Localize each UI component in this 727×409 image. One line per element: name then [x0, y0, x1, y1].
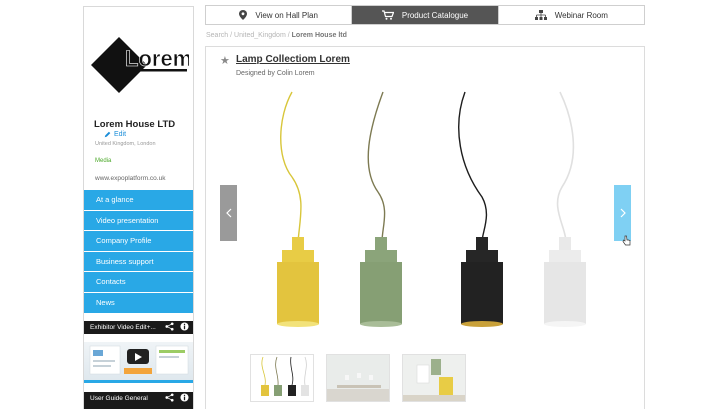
nav-business-support[interactable]: Business support: [84, 251, 193, 273]
user-guide-card[interactable]: User Guide General: [84, 392, 193, 409]
chevron-right-icon: [620, 208, 626, 218]
logo-wordmark: Lorem: [125, 46, 189, 71]
tab-product-catalogue-label: Product Catalogue: [401, 10, 469, 20]
share-icon[interactable]: [165, 393, 174, 402]
breadcrumb-current: Lorem House ltd: [291, 32, 347, 39]
product-panel: ★ Lamp Collectiom Lorem Designed by Coli…: [205, 46, 645, 409]
cart-icon: [381, 10, 394, 20]
website-link[interactable]: www.expoplatform.co.uk: [95, 175, 165, 182]
video-header: Exhibitor Video Edit+...: [84, 321, 193, 334]
play-icon[interactable]: [127, 349, 149, 364]
thumbnail-lamp-closeup[interactable]: [402, 354, 466, 402]
exhibitor-sidebar: Lorem Lorem House LTD Edit United Kingdo…: [83, 6, 194, 409]
company-logo: Lorem: [89, 33, 193, 97]
breadcrumb: Search / United_Kingdom / Lorem House lt…: [206, 32, 347, 39]
video-thumbnail: [84, 334, 193, 380]
company-name: Lorem House LTD: [94, 119, 176, 130]
pencil-icon: [104, 131, 111, 138]
tab-webinar-room-label: Webinar Room: [554, 10, 608, 20]
top-tabs: View on Hall Plan Product Catalogue Webi…: [205, 5, 645, 25]
nav-at-a-glance[interactable]: At a glance: [84, 190, 193, 211]
lamp-collection-image: [277, 91, 586, 327]
edit-link[interactable]: Edit: [104, 131, 126, 138]
company-location: United Kingdom, London: [95, 141, 156, 147]
tab-webinar-room[interactable]: Webinar Room: [497, 6, 644, 24]
tab-product-catalogue[interactable]: Product Catalogue: [351, 6, 498, 24]
product-designer: Designed by Colin Lorem: [236, 70, 315, 77]
chevron-left-icon: [225, 208, 231, 218]
nav-news[interactable]: News: [84, 292, 193, 314]
nav-video-presentation[interactable]: Video presentation: [84, 210, 193, 232]
breadcrumb-search[interactable]: Search: [206, 32, 228, 39]
map-pin-icon: [239, 10, 248, 20]
tab-hall-plan[interactable]: View on Hall Plan: [206, 6, 352, 24]
gallery-next-button[interactable]: [614, 185, 631, 241]
share-icon[interactable]: [165, 322, 174, 331]
product-title[interactable]: Lamp Collectiom Lorem: [236, 54, 350, 65]
nav-contacts[interactable]: Contacts: [84, 272, 193, 293]
info-icon[interactable]: [180, 322, 189, 331]
thumbnail-room-scene[interactable]: [326, 354, 390, 402]
media-badge: Media: [95, 158, 112, 164]
thumbnail-lamp-row[interactable]: [250, 354, 314, 402]
sitemap-icon: [534, 10, 547, 20]
nav-company-profile[interactable]: Company Profile: [84, 231, 193, 252]
thumbnail-strip: [250, 354, 466, 402]
breadcrumb-country[interactable]: United_Kingdom: [234, 32, 286, 39]
info-icon[interactable]: [180, 393, 189, 402]
user-guide-title: User Guide General: [90, 395, 148, 402]
hand-cursor-icon: [622, 235, 631, 246]
favorite-star-icon[interactable]: ★: [220, 54, 230, 67]
tab-hall-plan-label: View on Hall Plan: [255, 10, 318, 20]
video-progress-bar: [84, 380, 193, 383]
product-image-gallery: [220, 87, 631, 367]
exhibitor-video-card[interactable]: Exhibitor Video Edit+...: [84, 321, 193, 383]
sidebar-nav: At a glance Video presentation Company P…: [84, 190, 193, 314]
edit-label: Edit: [114, 131, 127, 138]
gallery-prev-button[interactable]: [220, 185, 237, 241]
video-title: Exhibitor Video Edit+...: [90, 324, 156, 331]
